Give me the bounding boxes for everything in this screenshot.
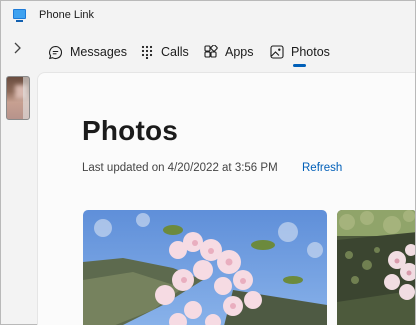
- refresh-link[interactable]: Refresh: [302, 162, 342, 174]
- cherry-blossom-photo[interactable]: [83, 210, 327, 325]
- tab-messages-label: Messages: [70, 45, 127, 59]
- page-title: Photos: [82, 115, 179, 146]
- tab-calls[interactable]: Calls: [140, 33, 189, 71]
- dialpad-icon: [141, 45, 153, 59]
- tab-calls-label: Calls: [161, 45, 189, 59]
- last-updated-text: Last updated on 4/20/2022 at 3:56 PM: [82, 162, 278, 174]
- tab-photos-label: Photos: [291, 45, 330, 59]
- tab-apps-label: Apps: [225, 45, 254, 59]
- thumbnail-edge: [23, 77, 29, 119]
- photo-icon: [270, 45, 284, 59]
- apps-grid-icon: [204, 45, 218, 58]
- top-navigation: Messages Calls Apps Photos: [1, 33, 415, 71]
- tab-photos[interactable]: Photos: [270, 33, 330, 71]
- phone-wallpaper-thumbnail[interactable]: [6, 76, 30, 120]
- blossom-on-mossy-branch-photo[interactable]: [337, 210, 415, 325]
- tab-messages[interactable]: Messages: [48, 33, 127, 71]
- photos-panel: Photos Last updated on 4/20/2022 at 3:56…: [37, 72, 415, 325]
- selected-tab-indicator: [293, 64, 306, 67]
- window-title: Phone Link: [39, 9, 95, 21]
- title-bar: Phone Link: [1, 1, 415, 31]
- phone-link-app-icon: [13, 9, 26, 22]
- tab-apps[interactable]: Apps: [204, 33, 254, 71]
- chat-bubble-icon: [48, 45, 63, 59]
- left-rail: [1, 71, 35, 325]
- chevron-right-icon[interactable]: [10, 41, 24, 55]
